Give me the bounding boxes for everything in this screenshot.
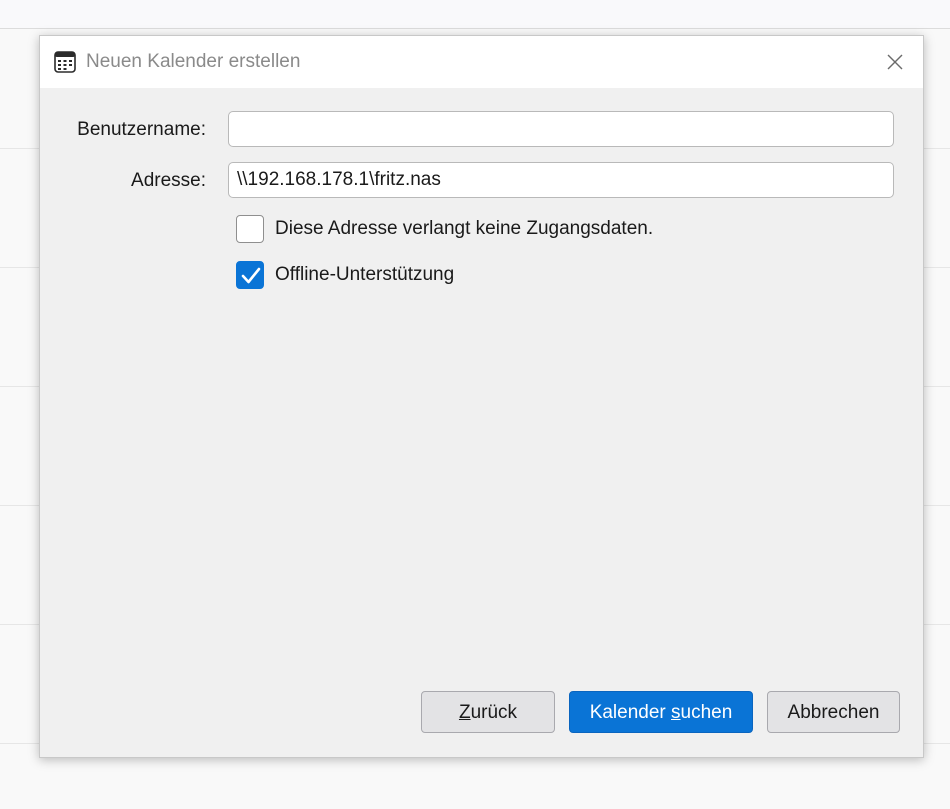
address-label: Adresse:	[131, 170, 206, 191]
dialog-titlebar: Neuen Kalender erstellen	[40, 36, 923, 88]
username-field[interactable]	[228, 111, 894, 147]
no-credentials-option[interactable]: Diese Adresse verlangt keine Zugangsdate…	[236, 214, 653, 244]
back-button-suffix: urück	[470, 702, 518, 723]
close-icon[interactable]	[881, 48, 909, 76]
dialog-title: Neuen Kalender erstellen	[86, 51, 301, 72]
no-credentials-checkbox[interactable]	[236, 215, 264, 243]
no-credentials-label: Diese Adresse verlangt keine Zugangsdate…	[275, 218, 654, 239]
search-button-prefix: Kalender	[589, 702, 672, 723]
search-button-suffix: uchen	[680, 702, 733, 723]
calendar-icon	[54, 51, 76, 73]
search-calendar-button[interactable]: Kalender suchen	[569, 691, 753, 733]
new-calendar-dialog: Neuen Kalender erstellen Benutzername: A…	[39, 35, 924, 758]
offline-support-checkbox[interactable]	[236, 261, 264, 289]
back-button[interactable]: Zurück	[421, 691, 555, 733]
checkmark-icon	[241, 267, 261, 284]
address-field[interactable]	[228, 162, 894, 198]
cancel-button[interactable]: Abbrechen	[767, 691, 900, 733]
back-button-accelerator: Z	[458, 702, 471, 723]
offline-support-label: Offline-Unterstützung	[275, 264, 455, 285]
username-label: Benutzername:	[77, 119, 206, 140]
search-button-accelerator: s	[671, 702, 681, 723]
offline-support-option[interactable]: Offline-Unterstützung	[236, 260, 454, 290]
background-toolbar	[0, 0, 950, 29]
